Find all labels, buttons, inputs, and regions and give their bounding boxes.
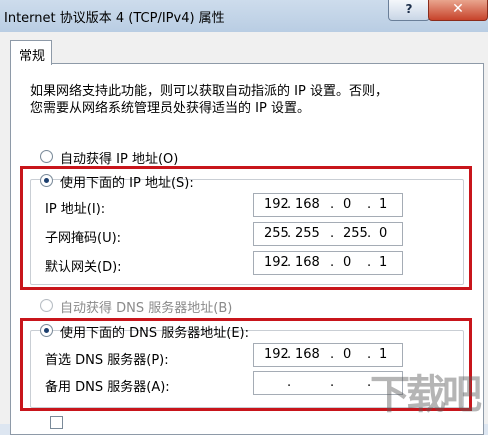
auto-ip-label: 自动获得 IP 地址(O) (60, 152, 179, 167)
octet: 0 (343, 255, 352, 270)
preferred-dns-label: 首选 DNS 服务器(P): (45, 353, 169, 368)
manual-ip-label: 使用下面的 IP 地址(S): (60, 176, 194, 191)
radio-auto-dns[interactable] (40, 299, 53, 312)
title-bar: Internet 协议版本 4 (TCP/IPv4) 属性 ? ✕ (0, 0, 488, 32)
radio-manual-ip[interactable] (40, 174, 53, 187)
radio-manual-dns[interactable] (40, 324, 53, 337)
manual-dns-label: 使用下面的 DNS 服务器地址(E): (60, 326, 249, 341)
close-button[interactable]: ✕ (428, 0, 488, 21)
ip-address-input[interactable]: 192. 168. 0. 1 (253, 193, 403, 217)
octet: 192 (264, 347, 289, 362)
validate-on-exit-checkbox[interactable] (50, 416, 63, 429)
auto-dns-label: 自动获得 DNS 服务器地址(B) (60, 301, 233, 316)
help-button[interactable]: ? (388, 0, 430, 21)
intro-line-2: 您需要从网络系统管理员处获得适当的 IP 设置。 (30, 101, 310, 116)
window-title: Internet 协议版本 4 (TCP/IPv4) 属性 (4, 11, 225, 26)
default-gateway-input[interactable]: 192. 168. 0. 1 (253, 251, 403, 275)
octet: 168 (295, 255, 320, 270)
octet: 192 (264, 255, 289, 270)
default-gateway-label: 默认网关(D): (45, 260, 122, 275)
subnet-mask-input[interactable]: 255. 255. 255. 0 (253, 222, 403, 246)
tab-general[interactable]: 常规 (10, 40, 52, 65)
octet: 1 (379, 197, 388, 212)
tab-general-label: 常规 (19, 49, 46, 64)
octet: 1 (379, 347, 388, 362)
octet: 0 (379, 226, 388, 241)
watermark-logo: 下载吧 (370, 372, 482, 418)
octet: 168 (295, 197, 320, 212)
alternate-dns-label: 备用 DNS 服务器(A): (45, 380, 170, 395)
octet: 192 (264, 197, 289, 212)
radio-auto-ip[interactable] (40, 150, 53, 163)
octet: 0 (343, 347, 352, 362)
close-icon: ✕ (452, 1, 464, 17)
octet: 168 (295, 347, 320, 362)
octet: 255 (295, 226, 320, 241)
octet: 0 (343, 197, 352, 212)
ip-address-label: IP 地址(I): (45, 202, 106, 217)
help-icon: ? (405, 2, 413, 16)
subnet-mask-label: 子网掩码(U): (45, 231, 122, 246)
octet: 255 (343, 226, 368, 241)
octet: 1 (379, 255, 388, 270)
octet: 255 (264, 226, 289, 241)
